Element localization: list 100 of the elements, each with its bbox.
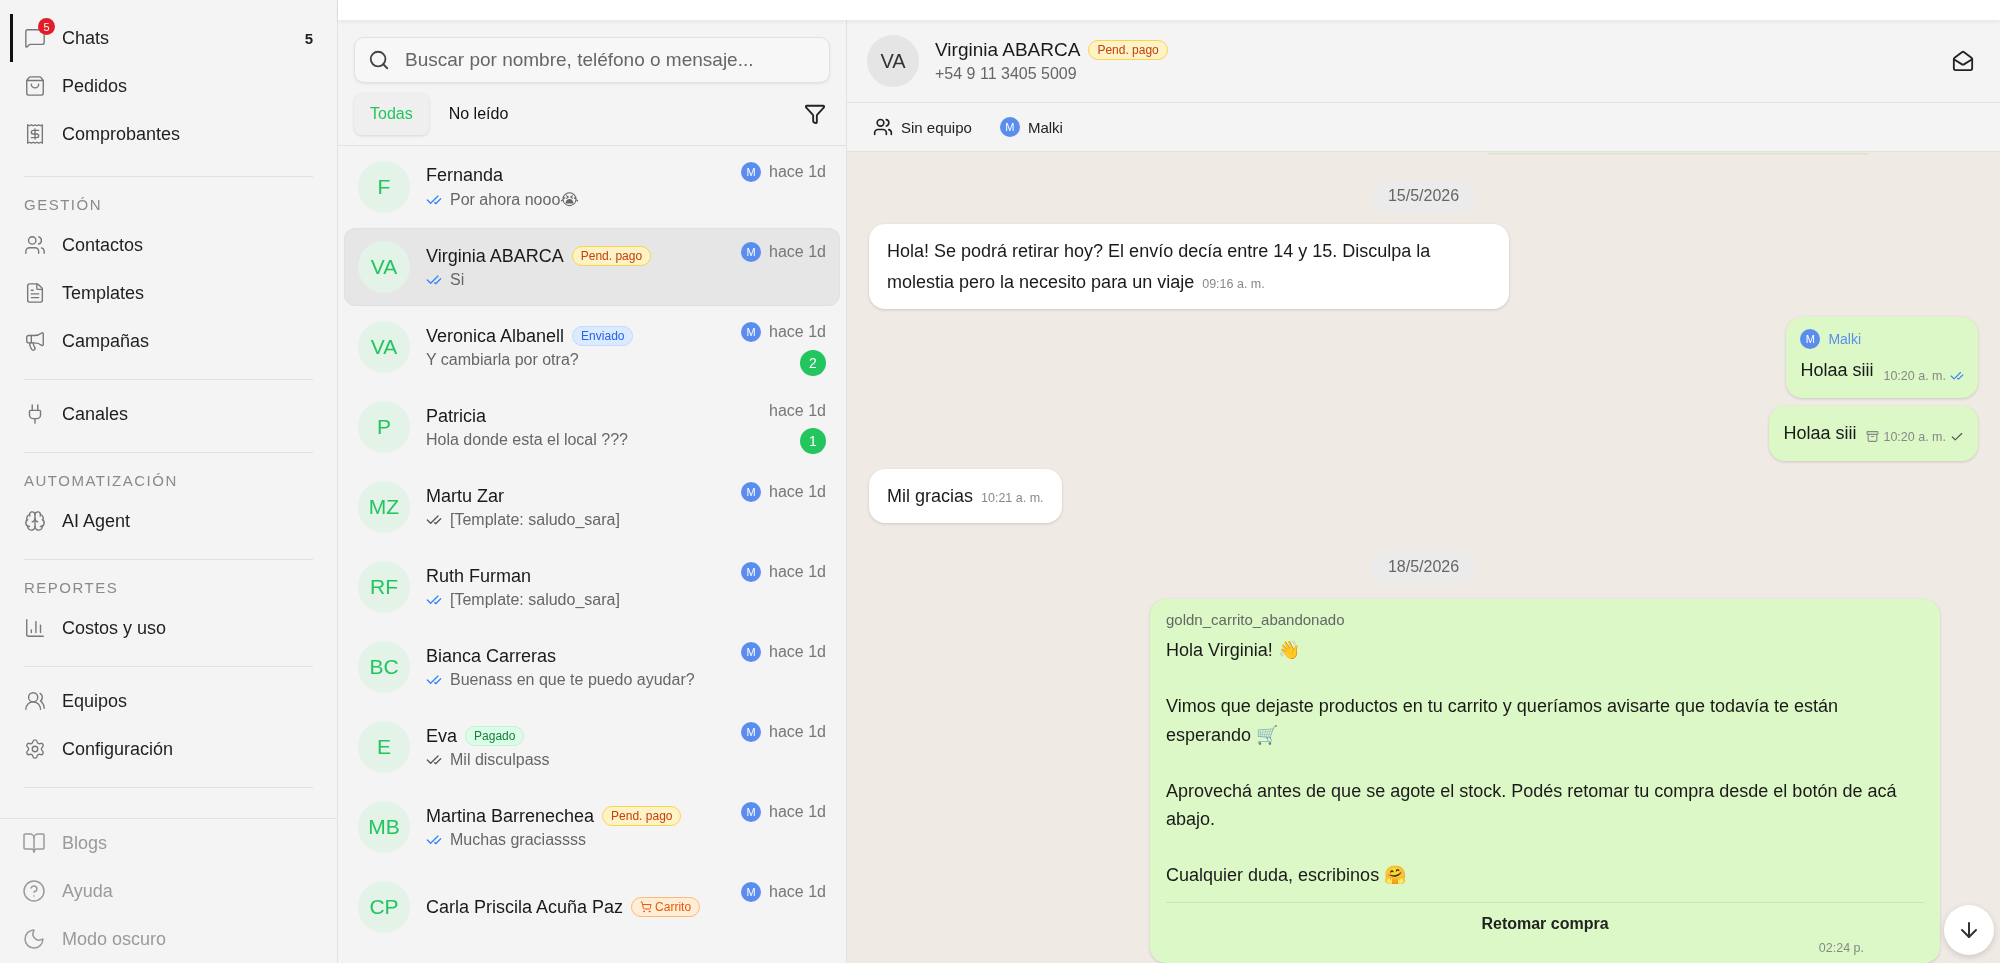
nav-item[interactable]: Campañas (10, 317, 313, 365)
nav-item[interactable]: Costos y uso (10, 604, 313, 652)
agent-avatar: M (741, 562, 762, 582)
nav-item[interactable]: AI Agent (10, 497, 313, 545)
chat-list-item[interactable]: RF Ruth Furman [Template: saludo_sara] M hace 1d (344, 548, 840, 626)
megaphone-icon (24, 330, 46, 352)
timestamp: hace 1d (769, 723, 826, 741)
open-envelope-icon (1952, 50, 1974, 72)
funnel-icon (804, 103, 826, 125)
contact-name: Patricia (426, 405, 487, 427)
agent-selector[interactable]: M Malki (999, 117, 1063, 137)
section-heading: REPORTES (24, 577, 120, 598)
message-text: Holaa siii (1800, 360, 1874, 381)
users-icon (24, 690, 46, 712)
section-heading: AUTOMATIZACIÓN (24, 470, 179, 491)
timestamp: hace 1d (769, 563, 826, 581)
contact-name: Ruth Furman (426, 565, 532, 587)
avatar: VA (358, 241, 410, 293)
moon-icon (22, 927, 46, 951)
contact-name: Fernanda (426, 165, 504, 186)
timestamp: hace 1d (769, 483, 826, 501)
nav-item[interactable]: Templates (10, 269, 313, 317)
status-tag: Pagado (465, 726, 525, 746)
sender-name: Malki (1828, 331, 1862, 348)
nav-item[interactable]: Canales (10, 390, 313, 438)
agent-avatar: M (741, 482, 762, 502)
nav-item[interactable]: Comprobantes (10, 110, 313, 158)
nav-item[interactable]: Pedidos (10, 62, 313, 110)
notification-badge: 5 (38, 18, 55, 35)
status-tag: Carrito (631, 897, 701, 917)
contact-name: Carla Priscila Acuña Paz (426, 896, 624, 918)
chat-list-item[interactable]: CP Carla Priscila Acuña Paz Carrito M hace 1d (344, 868, 840, 946)
message-preview: [Template: saludo_sara] (450, 510, 620, 529)
agent-avatar: M (741, 322, 762, 342)
timestamp: hace 1d (769, 803, 826, 821)
message-text: Aprovechá antes de que se agote el stock. Podés retomar tu compra desde el botón de acá abajo. (1166, 779, 1898, 832)
timestamp: hace 1d (769, 243, 826, 261)
unread-badge: 2 (800, 350, 826, 376)
avatar: F (358, 161, 410, 213)
chat-list-item[interactable]: VA Virginia ABARCA Pend. pago Si M hace 1d (344, 228, 840, 306)
phone-number: +54 9 11 3405 5009 (935, 65, 1078, 83)
unread-badge: 1 (800, 428, 826, 454)
nav-item[interactable]: Equipos (10, 677, 313, 725)
contact-name: Eva (426, 725, 458, 747)
chat-list-item[interactable]: VA Veronica Albanell Enviado Y cambiarla por otra? M hace 1d 2 (344, 308, 840, 386)
nav-item[interactable]: Contactos (10, 221, 313, 269)
timestamp: hace 1d (769, 883, 826, 901)
resume-purchase-button[interactable]: Retomar compra (1166, 902, 1924, 941)
users-icon (24, 234, 46, 256)
agent-avatar: M (741, 882, 762, 902)
avatar: MB (358, 801, 410, 853)
filter-tab[interactable]: No leído (432, 93, 525, 135)
avatar: VA (358, 321, 410, 373)
contact-name: Virginia ABARCA (426, 245, 564, 267)
message-text: Cualquier duda, escribinos 🤗 (1166, 864, 1408, 888)
help-icon (22, 879, 46, 903)
avatar: BC (358, 641, 410, 693)
timestamp: 02:24 p. (1818, 941, 1864, 955)
chat-list-item[interactable]: E Eva Pagado Mil disculpass M hace 1d (344, 708, 840, 786)
chat-bubble-icon (24, 27, 46, 49)
chat-list-item[interactable]: P Patricia Hola donde esta el local ??? hace 1d 1 (344, 388, 840, 466)
message-bubble: Mil gracias 10:21 a. m. (869, 468, 1062, 524)
message-text: Holaa siii (1783, 423, 1857, 444)
message-text: Vimos que dejaste productos en tu carrito y queríamos avisarte que todavía te están esperando 🛒 (1166, 695, 1840, 747)
avatar: VA (867, 35, 919, 87)
date-separator: 18/5/2026 (1371, 551, 1476, 584)
timestamp: hace 1d (769, 402, 826, 420)
shopping-bag-icon (24, 75, 46, 97)
agent-avatar: M (741, 722, 762, 742)
contact-name: Bianca Carreras (426, 645, 557, 667)
chat-list-item[interactable]: MB Martina Barrenechea Pend. pago Muchas graciassss M hace 1d (344, 788, 840, 866)
message-preview: [Template: saludo_sara] (450, 590, 620, 609)
status-tag: Pend. pago (571, 246, 652, 266)
template-name: goldn_carrito_abandonado (1166, 611, 1346, 629)
timestamp: 10:20 a. m. (1883, 369, 1946, 384)
nav-item[interactable]: 5 Chats 5 (10, 14, 313, 62)
message-preview: Y cambiarla por otra? (426, 350, 579, 369)
cart-icon (640, 901, 653, 913)
message-text: Hola Virginia! 👋 (1166, 639, 1301, 663)
search-icon (368, 49, 390, 71)
agent-avatar: M (741, 242, 762, 262)
agent-avatar: M (741, 642, 762, 662)
message-preview: Mil disculpass (450, 750, 550, 769)
message-bubble: Hola! Se podrá retirar hoy? El envío decía entre 14 y 15. Disculpa la molestia pero la necesito para un viaje 09:16 a. m. (869, 224, 1509, 310)
contact-name: Veronica Albanell (426, 325, 565, 347)
search-field[interactable]: Buscar por nombre, teléfono o mensaje... (354, 37, 830, 83)
date-separator: 15/5/2026 (1371, 180, 1476, 213)
avatar: E (358, 721, 410, 773)
chat-list-item[interactable]: F Fernanda Por ahora nooo😭 M hace 1d (344, 148, 840, 226)
nav-item[interactable]: Configuración (10, 725, 313, 773)
timestamp: hace 1d (769, 163, 826, 181)
section-heading: GESTIÓN (24, 194, 103, 215)
bar-chart-icon (24, 617, 46, 639)
team-selector[interactable]: Sin equipo (873, 117, 972, 137)
message-preview: Buenass en que te puedo ayudar? (450, 670, 695, 689)
chat-list-item[interactable]: BC Bianca Carreras Buenass en que te puedo ayudar? M hace 1d (344, 628, 840, 706)
status-tag: Pend. pago (1088, 40, 1168, 60)
message-preview: Si (450, 270, 465, 289)
chat-list-item[interactable]: MZ Martu Zar [Template: saludo_sara] M hace 1d (344, 468, 840, 546)
agent-avatar: M (741, 802, 762, 822)
